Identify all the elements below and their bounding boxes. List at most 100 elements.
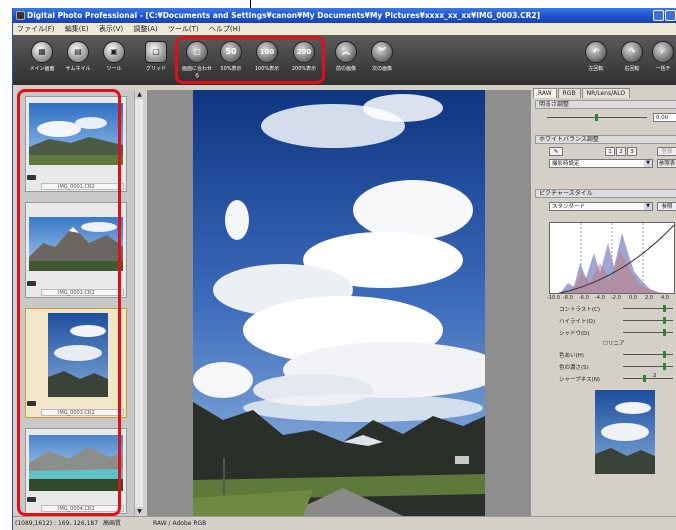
thumbnail-button[interactable]: ▤ サムネイル bbox=[61, 39, 95, 83]
rotate-left-icon: ↶ bbox=[585, 41, 607, 63]
wb-browse-button[interactable]: 参照表 bbox=[657, 159, 676, 168]
prev-image-label: 前の画像 bbox=[335, 66, 356, 72]
chevron-up-icon: ︽ bbox=[335, 41, 357, 63]
contrast-slider-knob[interactable] bbox=[663, 305, 666, 312]
sharpness-slider[interactable] bbox=[623, 375, 673, 382]
grid-icon: ▢ bbox=[145, 41, 167, 63]
linear-label: リニア bbox=[607, 341, 625, 347]
rotate-right-icon: ↷ bbox=[621, 41, 643, 63]
menu-adjust[interactable]: 調整(A) bbox=[129, 23, 161, 35]
chevron-down-icon[interactable]: ▼ bbox=[644, 160, 652, 167]
brightness-section-header[interactable]: 明るさ調整 bbox=[535, 100, 676, 109]
navigator-preview[interactable] bbox=[595, 390, 655, 474]
thumbnail-icon: ▤ bbox=[67, 41, 89, 63]
tool-label: ツール bbox=[106, 66, 122, 72]
pixel-coordinates: (1089,1612) : 169, 126,187 bbox=[15, 520, 99, 527]
zoom-100-button[interactable]: 100 100%表示 bbox=[250, 39, 284, 83]
color-tone-slider[interactable] bbox=[623, 351, 673, 358]
main-window-icon: ▦ bbox=[31, 41, 53, 63]
zoom-100-icon: 100 bbox=[256, 41, 278, 63]
main-window-button[interactable]: ▦ メイン画面 bbox=[25, 39, 59, 83]
picture-style-select[interactable]: スタンダード ▼ bbox=[549, 202, 653, 211]
menu-file[interactable]: ファイル(F) bbox=[13, 23, 59, 35]
main-image bbox=[193, 90, 485, 516]
chevron-down-icon[interactable]: ▼ bbox=[644, 203, 652, 210]
fit-window-icon: ▢ bbox=[186, 41, 208, 63]
scroll-down-icon[interactable]: ▼ bbox=[135, 507, 143, 516]
rotate-left-button[interactable]: ↶ 左回転 bbox=[579, 39, 613, 83]
zoom-50-icon: 50 bbox=[220, 41, 242, 63]
brightness-slider[interactable] bbox=[547, 114, 647, 121]
histogram-graph bbox=[557, 223, 674, 293]
eyedropper-icon[interactable]: ✎ bbox=[549, 147, 563, 156]
minimize-button[interactable] bbox=[653, 10, 664, 21]
white-balance-section-header[interactable]: ホワイトバランス調整 bbox=[535, 135, 676, 144]
chevron-down-icon: ︾ bbox=[371, 41, 393, 63]
contrast-slider[interactable] bbox=[623, 305, 673, 312]
rotate-left-label: 左回転 bbox=[588, 66, 604, 72]
grid-button[interactable]: ▢ グリッド bbox=[139, 39, 173, 83]
zoom-200-icon: 200 bbox=[293, 41, 315, 63]
shadow-label: シャドウ(D) bbox=[559, 331, 590, 337]
prev-image-button[interactable]: ︽ 前の画像 bbox=[329, 39, 363, 83]
menu-edit[interactable]: 編集(E) bbox=[61, 23, 93, 35]
linear-checkbox[interactable]: ☐リニア bbox=[603, 339, 624, 347]
picture-style-select-value: スタンダード bbox=[552, 204, 586, 210]
brightness-slider-knob[interactable] bbox=[595, 114, 598, 121]
highlight-label: ハイライト(O) bbox=[559, 319, 596, 325]
picture-style-browse-button[interactable]: 参照 bbox=[657, 202, 676, 211]
axis-tick-label: 0.0 bbox=[629, 295, 637, 301]
sharpness-value: 2 bbox=[653, 373, 657, 379]
brightness-value-field[interactable]: 0.00 bbox=[653, 113, 676, 122]
scroll-up-icon[interactable]: ▲ bbox=[135, 90, 143, 99]
tab-rgb[interactable]: RGB bbox=[557, 88, 581, 98]
tool-palette: RAW RGB NR/Lens/ALO 明るさ調整 0.00 ホワイトバランス調整 … bbox=[533, 85, 676, 516]
shadow-slider[interactable] bbox=[623, 329, 673, 336]
zoom-200-button[interactable]: 200 200%表示 bbox=[287, 39, 321, 83]
wb-preset-2[interactable]: 2 bbox=[616, 147, 626, 156]
tab-raw[interactable]: RAW bbox=[533, 88, 557, 98]
check-button[interactable]: ✓ 一括チ bbox=[649, 39, 676, 83]
axis-tick-label: -4.0 bbox=[595, 295, 605, 301]
next-image-button[interactable]: ︾ 次の画像 bbox=[365, 39, 399, 83]
sharpness-label: シャープネス(N) bbox=[559, 377, 601, 383]
shadow-slider-knob[interactable] bbox=[663, 329, 666, 336]
axis-tick-label: -2.0 bbox=[611, 295, 621, 301]
menu-tools[interactable]: ツール(T) bbox=[164, 23, 203, 35]
window-title: Digital Photo Professional - [C:¥Documen… bbox=[27, 11, 541, 20]
tone-curve-histogram[interactable] bbox=[549, 222, 675, 294]
zoom-50-label: 50%表示 bbox=[220, 66, 242, 72]
sharpness-slider-knob[interactable] bbox=[643, 375, 646, 382]
axis-tick-label: 2.0 bbox=[645, 295, 653, 301]
saturation-slider[interactable] bbox=[623, 363, 673, 370]
rotate-right-button[interactable]: ↷ 右回転 bbox=[615, 39, 649, 83]
zoom-50-button[interactable]: 50 50%表示 bbox=[214, 39, 248, 83]
tool-button[interactable]: ▣ ツール bbox=[97, 39, 131, 83]
axis-tick-label: -8.0 bbox=[563, 295, 573, 301]
thumbnail-highlight bbox=[17, 89, 121, 516]
highlight-slider[interactable] bbox=[623, 317, 673, 324]
maximize-button[interactable] bbox=[665, 10, 676, 21]
menu-view[interactable]: 表示(V) bbox=[95, 23, 127, 35]
wb-register-button[interactable]: 登録 bbox=[657, 147, 676, 156]
menu-help[interactable]: ヘルプ(H) bbox=[205, 23, 245, 35]
fit-window-label: 画面に合わせる bbox=[181, 66, 212, 79]
wb-select[interactable]: 撮影時設定 ▼ bbox=[549, 159, 653, 168]
quality-mode: 高画質 bbox=[103, 520, 122, 527]
wb-preset-3[interactable]: 3 bbox=[627, 147, 637, 156]
wb-preset-1[interactable]: 1 bbox=[605, 147, 615, 156]
toolbar: ▦ メイン画面 ▤ サムネイル ▣ ツール ▢ グリッド ▢ 画面に合わせる 5… bbox=[13, 35, 676, 85]
thumbnail-scrollbar[interactable]: ▲ ▼ bbox=[134, 90, 143, 516]
wb-select-value: 撮影時設定 bbox=[552, 161, 580, 167]
fit-window-button[interactable]: ▢ 画面に合わせる bbox=[180, 39, 214, 83]
image-viewer bbox=[147, 90, 531, 516]
highlight-slider-knob[interactable] bbox=[663, 317, 666, 324]
axis-tick-label: 4.0 bbox=[661, 295, 669, 301]
saturation-slider-knob[interactable] bbox=[663, 363, 666, 370]
picture-style-section-header[interactable]: ピクチャースタイル bbox=[535, 189, 676, 198]
status-bar: (1089,1612) : 169, 126,187 高画質 RAW / Ado… bbox=[13, 516, 676, 530]
color-tone-slider-knob[interactable] bbox=[663, 351, 666, 358]
main-window-label: メイン画面 bbox=[29, 66, 55, 72]
colorspace-status: RAW / Adobe RGB bbox=[153, 520, 207, 527]
tab-nr-lens-alo[interactable]: NR/Lens/ALO bbox=[581, 88, 631, 98]
